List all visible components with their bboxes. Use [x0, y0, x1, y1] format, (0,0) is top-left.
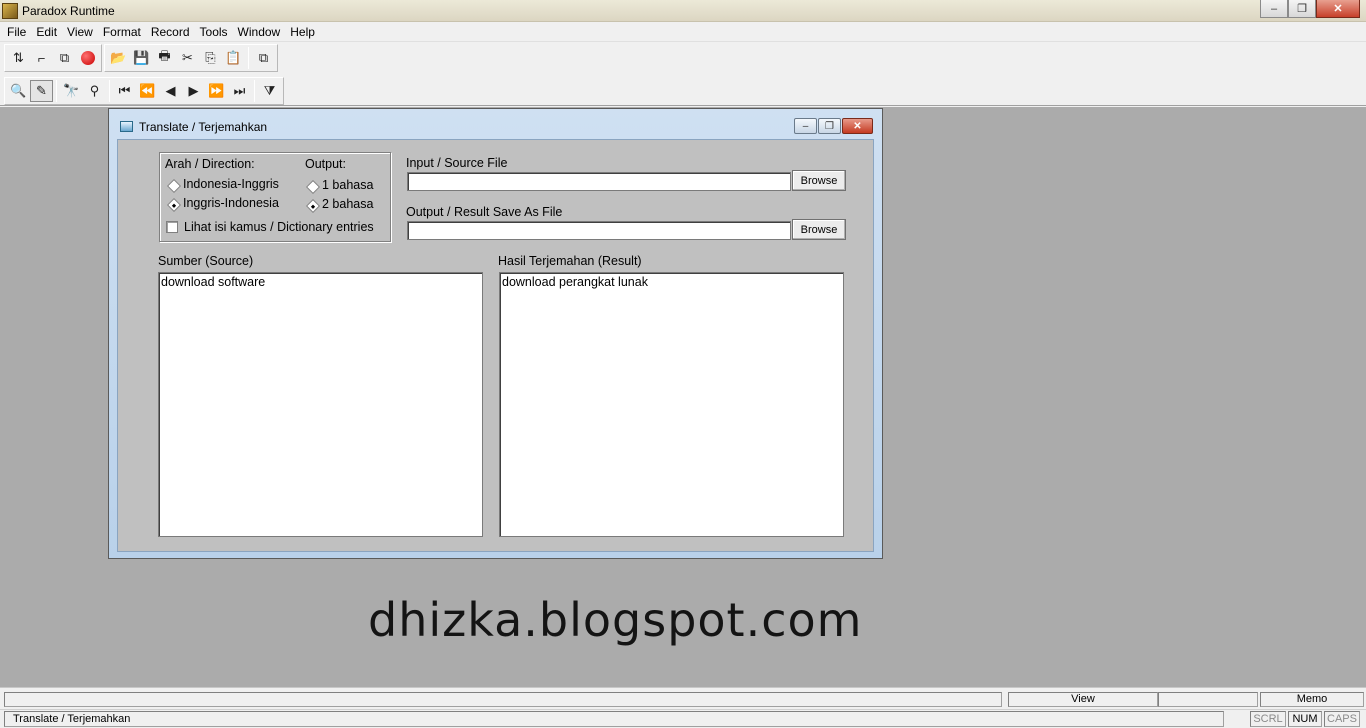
edit-data-icon[interactable]: ✎ [30, 79, 53, 102]
print-icon[interactable]: 🖶 [153, 47, 176, 69]
previous-set-icon[interactable]: ⏪ [136, 80, 159, 102]
status-field-type-pane: Memo [1260, 692, 1364, 707]
app-title: Paradox Runtime [22, 4, 115, 18]
input-file-label: Input / Source File [406, 156, 508, 170]
toolbar-separator [254, 79, 255, 102]
menu-tools[interactable]: Tools [195, 22, 233, 42]
status-empty-pane [1158, 692, 1258, 707]
status-bar-bottom: Translate / Terjemahkan SCRL NUM CAPS [0, 709, 1366, 728]
radio-2-bahasa-label[interactable]: 2 bahasa [322, 197, 373, 211]
radio-1-bahasa-label[interactable]: 1 bahasa [322, 178, 373, 192]
menu-file[interactable]: File [2, 22, 31, 42]
watermark-text: dhizka.blogspot.com [368, 593, 863, 647]
result-text-area[interactable]: download perangkat lunak [499, 272, 844, 537]
source-text-area[interactable]: download software [158, 272, 483, 537]
toolbar-group-file: 📂 💾 🖶 ✂ ⎘ 📋 ⧉ [104, 44, 278, 72]
status-window-name: Translate / Terjemahkan [4, 711, 1224, 727]
output-browse-button[interactable]: Browse [792, 219, 846, 240]
toolbar-separator [109, 79, 110, 102]
source-label: Sumber (Source) [158, 254, 254, 268]
translate-window-title: Translate / Terjemahkan [139, 120, 268, 134]
previous-record-icon[interactable]: ◀ [159, 80, 182, 102]
navigation-toolbar: 🔍 ✎ 🔭 ⚲ ⏮ ⏪ ◀ ▶ ⏩ ⏭ ⧩ [0, 76, 1366, 106]
input-file-field[interactable] [407, 172, 791, 191]
toolbar-separator [56, 79, 57, 102]
line-icon[interactable]: ⌐ [30, 47, 53, 69]
paradox-app-icon[interactable] [2, 3, 18, 19]
output-file-label: Output / Result Save As File [406, 205, 563, 219]
dictionary-checkbox-label[interactable]: Lihat isi kamus / Dictionary entries [184, 220, 374, 234]
radio-inggris-indonesia-label[interactable]: Inggris-Indonesia [183, 196, 279, 210]
toolbar-group-record: ⇅ ⌐ ⧉ [4, 44, 102, 72]
record-icon[interactable] [76, 47, 99, 69]
menu-help[interactable]: Help [285, 22, 320, 42]
direction-label: Arah / Direction: [165, 157, 255, 171]
output-label: Output: [305, 157, 346, 171]
status-message-pane [4, 692, 1002, 707]
menu-edit[interactable]: Edit [31, 22, 62, 42]
paste-special-icon[interactable]: ⧉ [252, 47, 275, 69]
paste-icon[interactable]: 📋 [222, 47, 245, 69]
scroll-lock-indicator: SCRL [1250, 711, 1286, 727]
toolbar-group-navigation: 🔍 ✎ 🔭 ⚲ ⏮ ⏪ ◀ ▶ ⏩ ⏭ ⧩ [4, 76, 284, 105]
input-browse-button[interactable]: Browse [792, 170, 846, 191]
dictionary-checkbox[interactable] [166, 221, 178, 233]
view-data-icon[interactable]: 🔍 [7, 80, 30, 102]
child-maximize-button[interactable]: ❐ [818, 118, 841, 134]
result-label: Hasil Terjemahan (Result) [498, 254, 642, 268]
menu-view[interactable]: View [62, 22, 98, 42]
locate-next-icon[interactable]: ⚲ [83, 80, 106, 102]
locate-icon[interactable]: 🔭 [60, 80, 83, 102]
radio-indonesia-inggris-label[interactable]: Indonesia-Inggris [183, 177, 279, 191]
translate-window-title-bar[interactable]: Translate / Terjemahkan – ❐ ✕ [109, 109, 882, 139]
last-record-icon[interactable]: ⏭ [228, 80, 251, 102]
app-title-bar: Paradox Runtime – ❐ ✕ [0, 0, 1366, 22]
next-record-icon[interactable]: ▶ [182, 80, 205, 102]
menu-window[interactable]: Window [233, 22, 286, 42]
first-record-icon[interactable]: ⏮ [113, 80, 136, 102]
open-folder-icon[interactable]: 📂 [107, 47, 130, 69]
child-minimize-button[interactable]: – [794, 118, 817, 134]
minimize-button[interactable]: – [1260, 0, 1288, 18]
copy-record-icon[interactable]: ⧉ [53, 47, 76, 69]
cut-icon[interactable]: ✂ [176, 47, 199, 69]
close-button[interactable]: ✕ [1316, 0, 1360, 18]
standard-toolbar: ⇅ ⌐ ⧉ 📂 💾 🖶 ✂ ⎘ 📋 ⧉ [0, 42, 1366, 74]
restore-button[interactable]: ❐ [1288, 0, 1316, 18]
menu-bar: File Edit View Format Record Tools Windo… [0, 22, 1366, 42]
menu-record[interactable]: Record [146, 22, 195, 42]
status-mode-pane: View [1008, 692, 1158, 707]
menu-format[interactable]: Format [98, 22, 146, 42]
copy-icon[interactable]: ⎘ [199, 47, 222, 69]
toolbar-separator [248, 47, 249, 69]
next-set-icon[interactable]: ⏩ [205, 80, 228, 102]
num-lock-indicator: NUM [1288, 711, 1322, 727]
status-bar-top: View Memo [0, 687, 1366, 709]
child-close-button[interactable]: ✕ [842, 118, 873, 134]
window-controls: – ❐ ✕ [1260, 0, 1360, 18]
record-dot [80, 51, 95, 65]
sort-icon[interactable]: ⇅ [7, 47, 30, 69]
form-icon [120, 121, 133, 132]
child-window-controls: – ❐ ✕ [793, 118, 873, 134]
caps-lock-indicator: CAPS [1324, 711, 1360, 727]
filter-icon[interactable]: ⧩ [258, 80, 281, 102]
translate-window: Translate / Terjemahkan – ❐ ✕ Arah / Dir… [108, 108, 883, 559]
translate-form: Arah / Direction: Output: Indonesia-Ingg… [117, 139, 874, 552]
save-icon[interactable]: 💾 [130, 47, 153, 69]
output-file-field[interactable] [407, 221, 791, 240]
